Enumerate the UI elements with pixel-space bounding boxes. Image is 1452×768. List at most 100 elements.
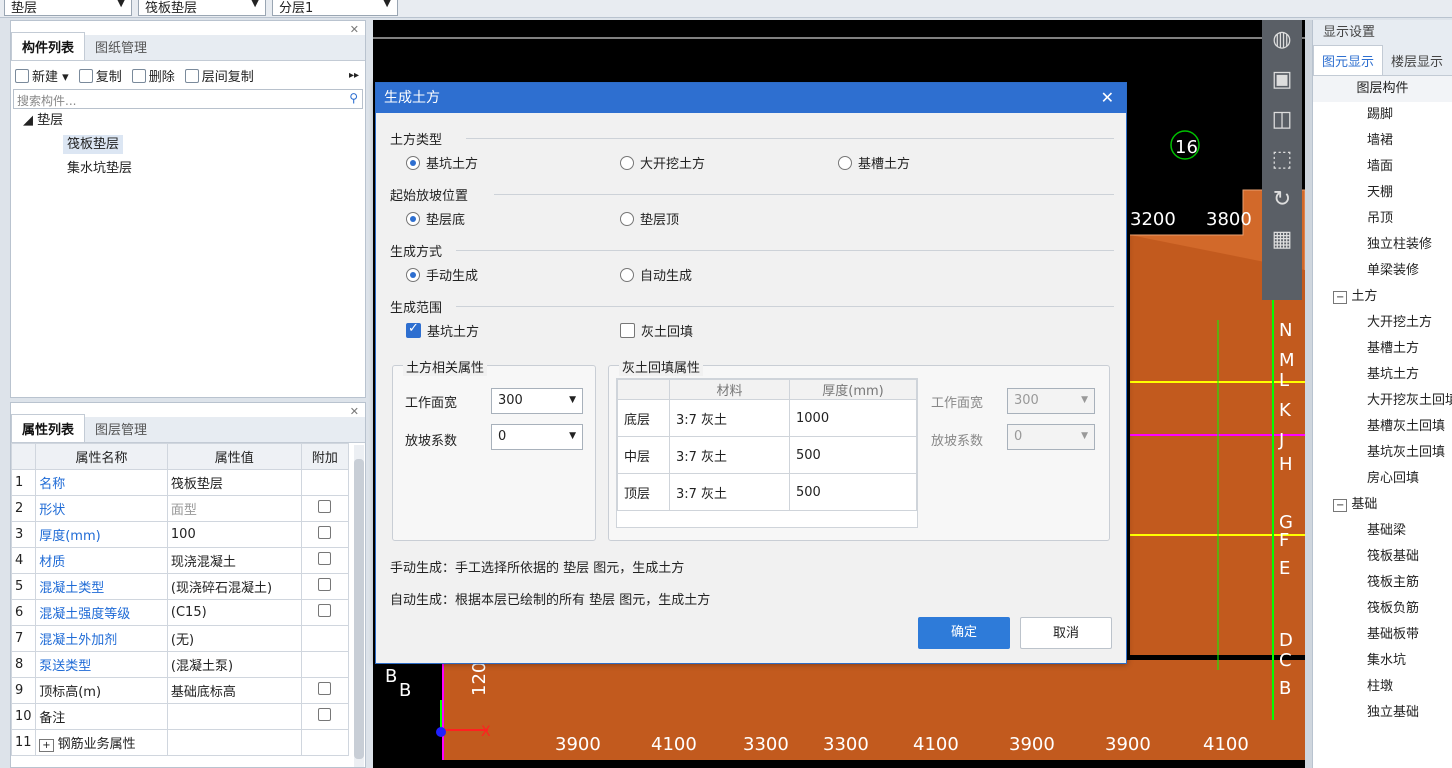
prop-value[interactable]: 现浇混凝土 xyxy=(166,547,302,574)
tab-drawing-manage[interactable]: 图纸管理 xyxy=(85,33,157,60)
extra-checkbox[interactable] xyxy=(318,552,332,565)
extra-checkbox[interactable] xyxy=(318,682,332,695)
radio-pit-earth[interactable]: 基坑土方 xyxy=(406,153,478,172)
radio-bedding-top[interactable]: 垫层顶 xyxy=(620,209,679,228)
prop-value[interactable]: 筏板垫层 xyxy=(166,469,302,496)
tree-item[interactable]: 大开挖土方 xyxy=(1313,310,1452,336)
slope-coef-select[interactable]: 0 ▼ xyxy=(491,424,583,450)
prop-value[interactable]: (现浇碎石混凝土) xyxy=(166,573,302,600)
extra-checkbox[interactable] xyxy=(318,526,332,539)
tab-layer-manage[interactable]: 图层管理 xyxy=(85,415,157,442)
table-row[interactable]: 顶层 3:7 灰土 500 xyxy=(617,473,917,511)
table-row[interactable]: 5 混凝土类型 (现浇碎石混凝土) xyxy=(10,573,350,600)
tab-element-display[interactable]: 图元显示 xyxy=(1313,45,1384,75)
search-input[interactable]: 搜索构件... ⚲ xyxy=(13,89,363,109)
prop-value[interactable]: (无) xyxy=(166,625,302,652)
delete-button[interactable]: 删除 xyxy=(131,66,175,85)
tree-item[interactable]: 集水坑 xyxy=(1313,648,1452,674)
prop-value[interactable]: (混凝土泵) xyxy=(166,651,302,678)
material-cell[interactable]: 3:7 灰土 xyxy=(669,473,790,511)
radio-auto[interactable]: 自动生成 xyxy=(620,265,692,284)
prop-value[interactable] xyxy=(166,703,302,730)
table-row[interactable]: 9 顶标高(m) 基础底标高 xyxy=(10,677,350,704)
ok-button[interactable]: 确定 xyxy=(918,617,1010,649)
table-row[interactable]: 6 混凝土强度等级 (C15) xyxy=(10,599,350,626)
table-row[interactable]: 4 材质 现浇混凝土 xyxy=(10,547,350,574)
component-combo[interactable]: 筏板垫层 ▼ xyxy=(138,0,266,16)
extra-checkbox[interactable] xyxy=(318,500,332,513)
extra-checkbox[interactable] xyxy=(318,604,332,617)
thickness-cell[interactable]: 1000 xyxy=(789,399,917,437)
tree-item[interactable]: 独立柱装修 xyxy=(1313,232,1452,258)
table-row[interactable]: 2 形状 面型 xyxy=(10,495,350,522)
box-view-icon[interactable]: ⬚ xyxy=(1262,140,1302,180)
tree-item[interactable]: 基础梁 xyxy=(1313,518,1452,544)
check-lime-backfill[interactable]: 灰土回填 xyxy=(620,321,693,340)
radio-bedding-bottom[interactable]: 垫层底 xyxy=(406,209,465,228)
tree-item[interactable]: 房心回填 xyxy=(1313,466,1452,492)
tree-item[interactable]: 墙裙 xyxy=(1313,128,1452,154)
tree-item[interactable]: 墙面 xyxy=(1313,154,1452,180)
tree-item[interactable]: 柱墩 xyxy=(1313,674,1452,700)
tree-item[interactable]: 筏板基础 xyxy=(1313,544,1452,570)
prop-value[interactable]: 100 xyxy=(166,521,302,548)
tab-floor-display[interactable]: 楼层显示 xyxy=(1383,46,1451,75)
tree-item[interactable]: 单梁装修 xyxy=(1313,258,1452,284)
scrollbar-thumb[interactable] xyxy=(354,459,364,759)
tree-item[interactable]: 筏板负筋 xyxy=(1313,596,1452,622)
tree-item[interactable]: 筏板主筋 xyxy=(1313,570,1452,596)
close-icon[interactable]: ✕ xyxy=(1101,83,1114,113)
search-icon[interactable]: ⚲ xyxy=(349,91,358,105)
work-width-select[interactable]: 300 ▼ xyxy=(491,388,583,414)
tree-root[interactable]: ◢ 垫层 xyxy=(23,109,365,133)
floor-type-combo[interactable]: 垫层 ▼ xyxy=(4,0,132,16)
thickness-cell[interactable]: 500 xyxy=(789,473,917,511)
table-row[interactable]: 10 备注 xyxy=(10,703,350,730)
table-row[interactable]: 3 厚度(mm) 100 xyxy=(10,521,350,548)
tree-item[interactable]: 天棚 xyxy=(1313,180,1452,206)
splitter[interactable] xyxy=(1305,20,1312,768)
tree-item[interactable]: 踢脚 xyxy=(1313,102,1452,128)
radio-manual[interactable]: 手动生成 xyxy=(406,265,478,284)
table-row[interactable]: 1 名称 筏板垫层 xyxy=(10,469,350,496)
table-row[interactable]: 7 混凝土外加剂 (无) xyxy=(10,625,350,652)
tree-item[interactable]: 筏板垫层 xyxy=(23,133,365,157)
cancel-button[interactable]: 取消 xyxy=(1020,617,1112,649)
thickness-cell[interactable]: 500 xyxy=(789,436,917,474)
grid-icon[interactable]: ▦ xyxy=(1262,220,1302,260)
tree-item[interactable]: 基础板带 xyxy=(1313,622,1452,648)
close-icon[interactable]: ✕ xyxy=(350,405,359,418)
tree-item[interactable]: 独立基础 xyxy=(1313,700,1452,720)
view-3d-icon[interactable]: ▣ xyxy=(1262,60,1302,100)
floor-copy-button[interactable]: 层间复制 xyxy=(184,66,254,85)
radio-open-excavation[interactable]: 大开挖土方 xyxy=(620,153,705,172)
extra-checkbox[interactable] xyxy=(318,708,332,721)
top-view-icon[interactable]: ◫ xyxy=(1262,100,1302,140)
collapse-icon[interactable]: − xyxy=(1333,291,1348,304)
prop-value[interactable]: 基础底标高 xyxy=(166,677,302,704)
scrollbar[interactable] xyxy=(354,445,364,767)
tree-item[interactable]: 大开挖灰土回填 xyxy=(1313,388,1452,414)
tree-item[interactable]: 基槽灰土回填 xyxy=(1313,414,1452,440)
tree-group[interactable]: − 基础 xyxy=(1313,492,1452,518)
tree-item[interactable]: 吊顶 xyxy=(1313,206,1452,232)
prop-value[interactable]: (C15) xyxy=(166,599,302,626)
tree-item[interactable]: 集水坑垫层 xyxy=(23,157,365,181)
orbit-icon[interactable]: ◍ xyxy=(1262,20,1302,60)
expand-icon[interactable]: + xyxy=(39,739,54,752)
tree-group[interactable]: − 土方 xyxy=(1313,284,1452,310)
more-icon[interactable]: ▸▸ xyxy=(349,70,359,81)
check-pit-earth[interactable]: 基坑土方 xyxy=(406,321,479,340)
extra-checkbox[interactable] xyxy=(318,578,332,591)
table-row[interactable]: 中层 3:7 灰土 500 xyxy=(617,436,917,474)
copy-button[interactable]: 复制 xyxy=(78,66,122,85)
table-row[interactable]: 8 泵送类型 (混凝土泵) xyxy=(10,651,350,678)
tree-item[interactable]: 基坑土方 xyxy=(1313,362,1452,388)
table-row[interactable]: 11 + 钢筋业务属性 xyxy=(10,729,350,756)
rotate-icon[interactable]: ↻ xyxy=(1262,180,1302,220)
tree-item[interactable]: 基槽土方 xyxy=(1313,336,1452,362)
table-row[interactable]: 底层 3:7 灰土 1000 xyxy=(617,399,917,437)
close-icon[interactable]: ✕ xyxy=(350,23,359,36)
radio-trench-earth[interactable]: 基槽土方 xyxy=(838,153,910,172)
tab-property-list[interactable]: 属性列表 xyxy=(11,414,86,442)
